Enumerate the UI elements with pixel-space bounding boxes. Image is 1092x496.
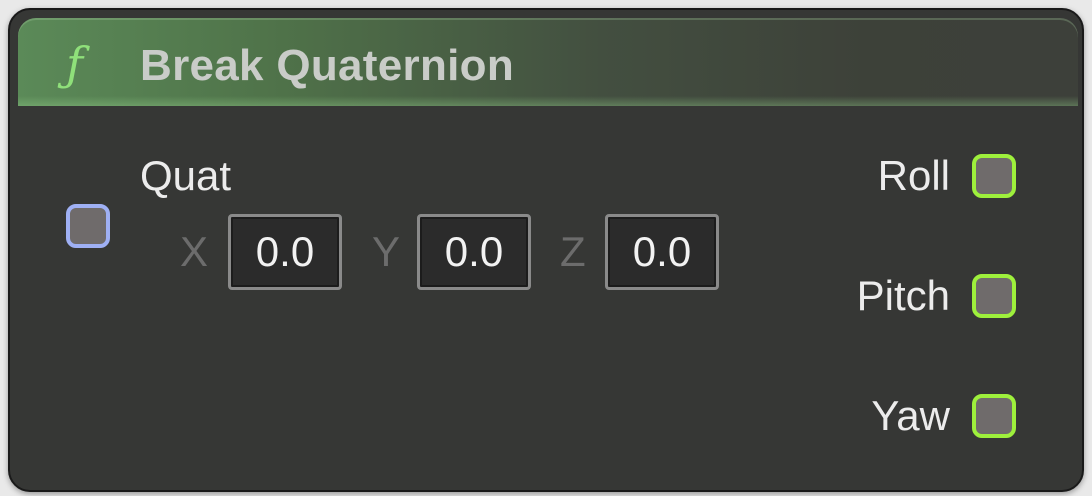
quat-input-pin[interactable] <box>66 204 110 248</box>
pitch-label: Pitch <box>856 272 950 319</box>
function-icon: ƒ <box>66 37 84 91</box>
y-value-field[interactable]: 0.0 <box>417 214 531 290</box>
x-axis-label: X <box>180 228 209 275</box>
pitch-output-pin[interactable] <box>972 274 1016 318</box>
z-value-field[interactable]: 0.0 <box>605 214 719 290</box>
roll-label: Roll <box>877 152 950 199</box>
quat-label: Quat <box>140 152 232 199</box>
roll-output-pin[interactable] <box>972 154 1016 198</box>
yaw-label: Yaw <box>871 392 950 439</box>
node-header[interactable]: ƒ Break Quaternion <box>18 18 1078 106</box>
break-quaternion-node[interactable]: ƒ Break Quaternion Quat X 0.0 Y 0.0 Z 0.… <box>8 8 1084 492</box>
y-axis-label: Y <box>372 228 401 275</box>
node-title: Break Quaternion <box>140 41 515 90</box>
yaw-output-pin[interactable] <box>972 394 1016 438</box>
z-axis-label: Z <box>560 228 586 275</box>
x-value-field[interactable]: 0.0 <box>228 214 342 290</box>
